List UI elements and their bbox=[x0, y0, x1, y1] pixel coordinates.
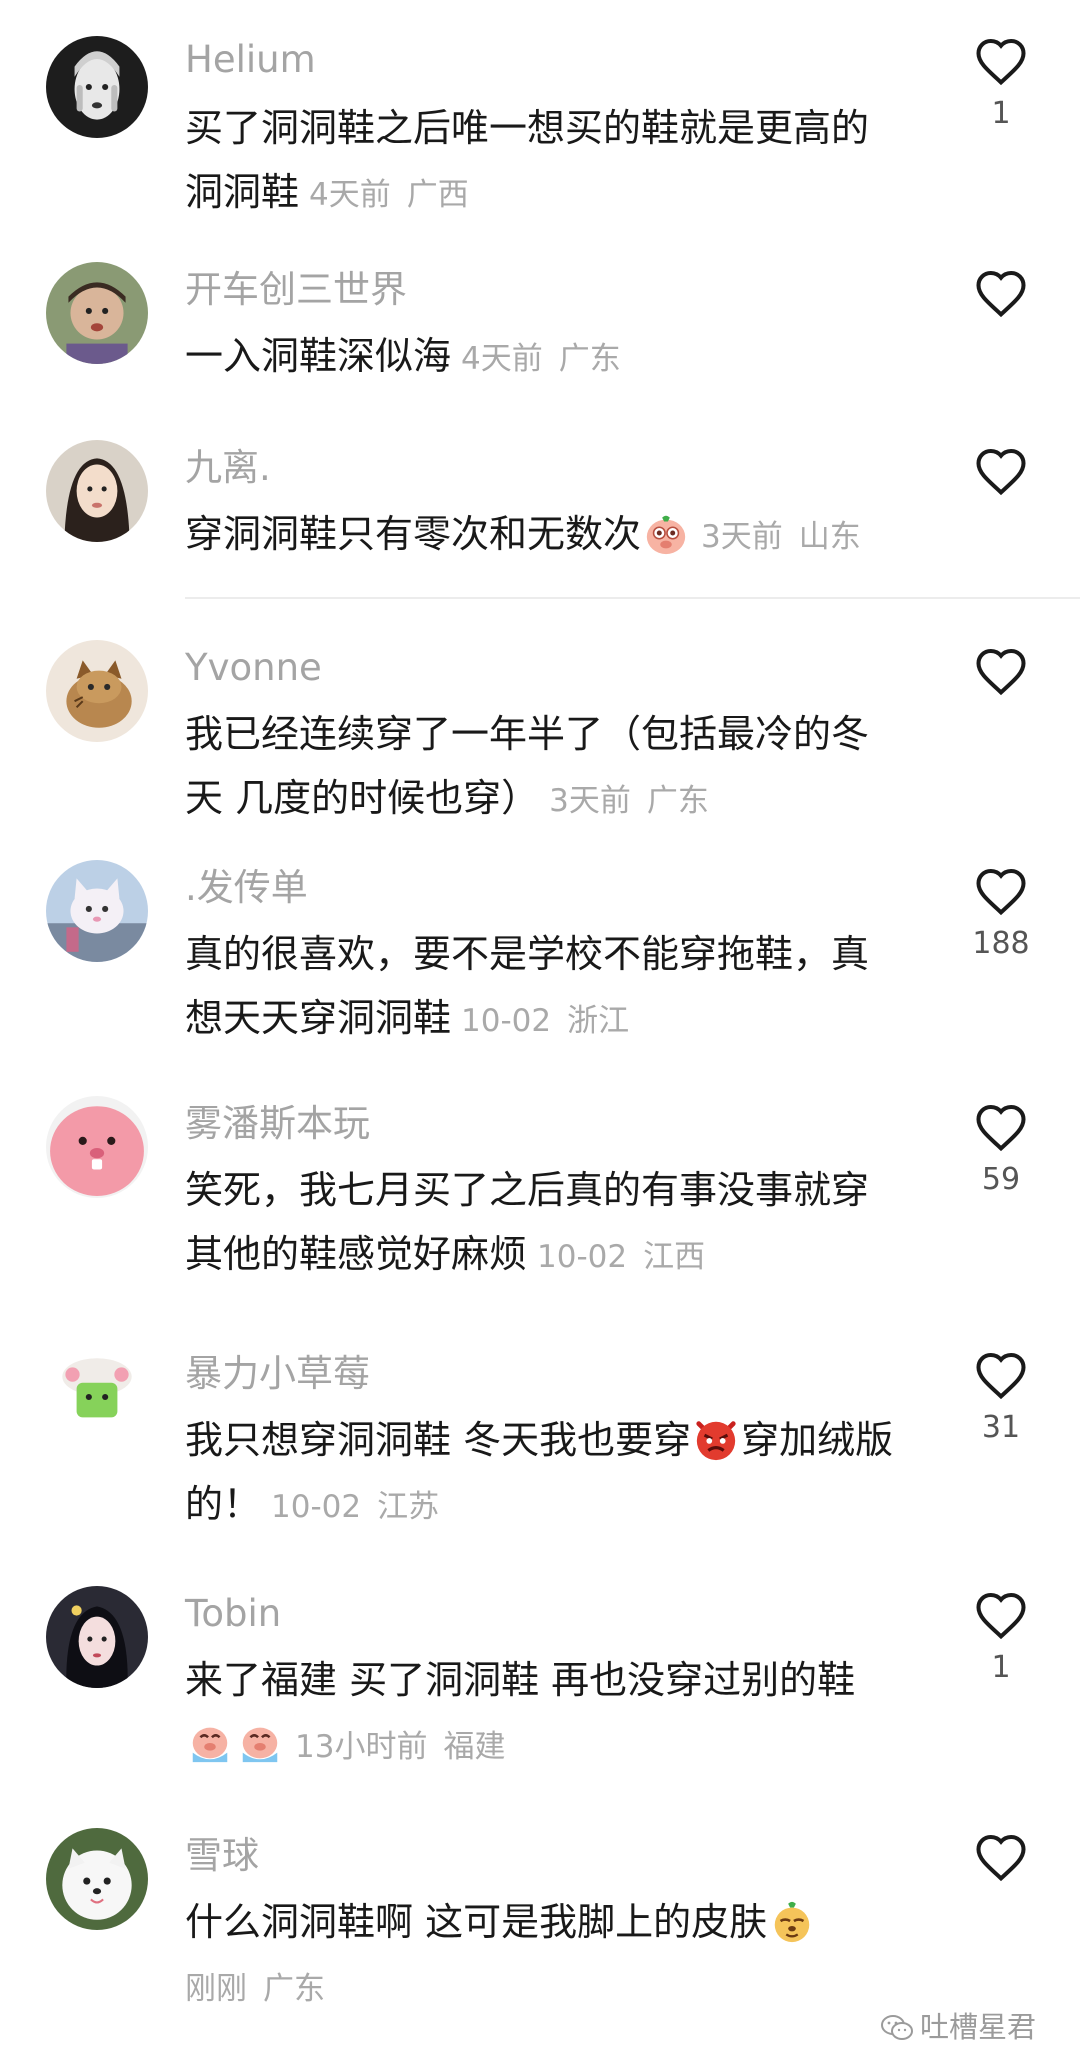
like-count bbox=[968, 1892, 1034, 1928]
comment-body-before-emoji: 我只想穿洞洞鞋 冬天我也要穿 bbox=[185, 1418, 692, 1462]
like-button[interactable]: 59 bbox=[968, 1102, 1034, 1198]
heart-icon bbox=[976, 38, 1026, 86]
like-button[interactable]: 1 bbox=[968, 1590, 1034, 1686]
like-count bbox=[968, 328, 1034, 364]
like-button[interactable] bbox=[968, 1832, 1034, 1928]
pig-face-emoji bbox=[643, 510, 689, 556]
username[interactable]: 九离. bbox=[185, 448, 271, 488]
avatar[interactable] bbox=[46, 440, 148, 542]
angry-devil-emoji bbox=[693, 1416, 739, 1462]
username[interactable]: .发传单 bbox=[185, 868, 308, 908]
comment-location: 山东 bbox=[798, 519, 861, 555]
comment-meta: 10-02 江苏 bbox=[271, 1489, 439, 1525]
username[interactable]: Helium bbox=[185, 40, 316, 80]
username[interactable]: 雾潘斯本玩 bbox=[185, 1104, 370, 1144]
like-count bbox=[968, 506, 1034, 542]
comment-location: 江西 bbox=[643, 1239, 706, 1275]
comment-time: 4天前 bbox=[461, 341, 543, 377]
comment-meta: 3天前 山东 bbox=[701, 519, 861, 555]
like-button[interactable] bbox=[968, 446, 1034, 542]
username[interactable]: Yvonne bbox=[185, 648, 322, 688]
heart-icon bbox=[976, 1834, 1026, 1882]
heart-icon bbox=[976, 1592, 1026, 1640]
comment-text: 什么洞洞鞋啊 这可是我脚上的皮肤刚刚 广东 bbox=[185, 1890, 905, 2021]
comment-location: 广东 bbox=[558, 341, 621, 377]
crying-pig-emoji bbox=[237, 1720, 283, 1766]
comment-meta: 4天前 广东 bbox=[461, 341, 621, 377]
heart-icon bbox=[976, 1352, 1026, 1400]
comment-time: 3天前 bbox=[549, 783, 631, 819]
comment-location: 浙江 bbox=[567, 1003, 630, 1039]
like-count: 59 bbox=[981, 1162, 1021, 1197]
wechat-icon bbox=[881, 2015, 913, 2040]
comment-text: 来了福建 买了洞洞鞋 再也没穿过别的鞋 13小时前 福建 bbox=[185, 1648, 905, 1779]
like-button[interactable] bbox=[968, 646, 1034, 742]
crying-pig-emoji bbox=[187, 1720, 233, 1766]
heart-icon bbox=[976, 648, 1026, 696]
like-button[interactable] bbox=[968, 268, 1034, 364]
like-button[interactable]: 1 bbox=[968, 36, 1034, 132]
comment-meta: 10-02 江西 bbox=[537, 1239, 705, 1275]
username[interactable]: 开车创三世界 bbox=[185, 270, 407, 310]
like-button[interactable]: 188 bbox=[968, 866, 1034, 962]
smug-dog-emoji bbox=[769, 1898, 815, 1944]
comment-text: 穿洞洞鞋只有零次和无数次 3天前 山东 bbox=[185, 502, 905, 569]
heart-icon bbox=[976, 868, 1026, 916]
like-button[interactable]: 31 bbox=[968, 1350, 1034, 1446]
like-count bbox=[968, 706, 1034, 742]
comment-body: 笑死，我七月买了之后真的有事没事就穿 其他的鞋感觉好麻烦 bbox=[185, 1168, 870, 1276]
heart-icon bbox=[976, 270, 1026, 318]
heart-icon bbox=[976, 448, 1026, 496]
comment-location: 广西 bbox=[406, 177, 469, 213]
comment-location: 江苏 bbox=[377, 1489, 440, 1525]
username[interactable]: 暴力小草莓 bbox=[185, 1354, 370, 1394]
comment-text: 买了洞洞鞋之后唯一想买的鞋就是更高的洞洞鞋 4天前 广西 bbox=[185, 96, 905, 227]
comment-body: 什么洞洞鞋啊 这可是我脚上的皮肤 bbox=[185, 1900, 768, 1944]
comment-time: 4天前 bbox=[309, 177, 391, 213]
comment-body: 来了福建 买了洞洞鞋 再也没穿过别的鞋 bbox=[185, 1658, 856, 1702]
comment-meta: 3天前 广东 bbox=[549, 783, 709, 819]
comment-location: 福建 bbox=[443, 1729, 506, 1765]
watermark: 吐槽星君 bbox=[880, 2004, 1036, 2046]
comment-text: 笑死，我七月买了之后真的有事没事就穿 其他的鞋感觉好麻烦 10-02 江西 bbox=[185, 1158, 905, 1289]
avatar[interactable] bbox=[46, 1346, 148, 1448]
avatar[interactable] bbox=[46, 1828, 148, 1930]
comment-body: 穿洞洞鞋只有零次和无数次 bbox=[185, 512, 642, 556]
comment-time: 3天前 bbox=[701, 519, 783, 555]
heart-icon bbox=[976, 1104, 1026, 1152]
comment-meta: 10-02 浙江 bbox=[461, 1003, 629, 1039]
comment-body: 买了洞洞鞋之后唯一想买的鞋就是更高的洞洞鞋 bbox=[185, 106, 870, 214]
comment-location: 广东 bbox=[263, 1971, 325, 2007]
avatar[interactable] bbox=[46, 640, 148, 742]
comment-location: 广东 bbox=[646, 783, 709, 819]
comment-meta: 13小时前 福建 bbox=[295, 1729, 505, 1765]
comment-text: 一入洞鞋深似海 4天前 广东 bbox=[185, 324, 905, 391]
avatar[interactable] bbox=[46, 262, 148, 364]
watermark-text: 吐槽星君 bbox=[920, 2010, 1037, 2044]
comment-text: 我已经连续穿了一年半了（包括最冷的冬天 几度的时候也穿） 3天前 广东 bbox=[185, 702, 905, 833]
like-count: 1 bbox=[991, 1650, 1011, 1685]
avatar[interactable] bbox=[46, 860, 148, 962]
comment-meta: 4天前 广西 bbox=[309, 177, 469, 213]
comment-text: 真的很喜欢，要不是学校不能穿拖鞋，真想天天穿洞洞鞋 10-02 浙江 bbox=[185, 922, 905, 1053]
avatar[interactable] bbox=[46, 36, 148, 138]
reply-divider bbox=[185, 597, 1080, 599]
comment-text: 我只想穿洞洞鞋 冬天我也要穿 穿加绒版的！ 10-02 江苏 bbox=[185, 1408, 905, 1539]
avatar[interactable] bbox=[46, 1096, 148, 1198]
avatar[interactable] bbox=[46, 1586, 148, 1688]
username[interactable]: 雪球 bbox=[185, 1836, 259, 1876]
comment-body: 我已经连续穿了一年半了（包括最冷的冬天 几度的时候也穿） bbox=[185, 712, 870, 820]
comment-time: 10-02 bbox=[537, 1239, 628, 1275]
comment-time: 10-02 bbox=[271, 1489, 362, 1525]
comment-time: 13小时前 bbox=[295, 1729, 428, 1765]
comment-time: 刚刚 bbox=[185, 1971, 247, 2007]
like-count: 1 bbox=[991, 96, 1011, 131]
comment-body: 一入洞鞋深似海 bbox=[185, 334, 452, 378]
like-count: 188 bbox=[972, 926, 1030, 961]
comment-time: 10-02 bbox=[461, 1003, 552, 1039]
username[interactable]: Tobin bbox=[185, 1594, 281, 1634]
comment-meta: 刚刚 广东 bbox=[185, 1971, 325, 2007]
like-count: 31 bbox=[981, 1410, 1021, 1445]
